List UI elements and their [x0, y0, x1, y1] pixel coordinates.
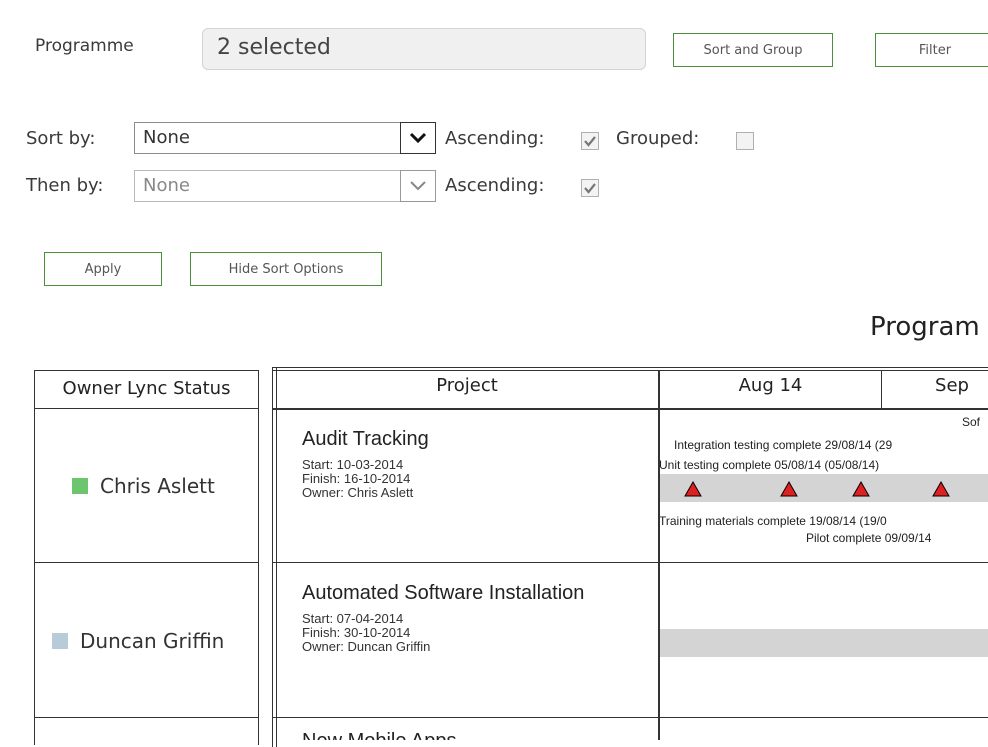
- apply-button[interactable]: Apply: [44, 252, 162, 286]
- grouped-checkbox[interactable]: [736, 132, 754, 150]
- milestone-label: Integration testing complete 29/08/14 (2…: [674, 438, 893, 452]
- header-aug-14: Aug 14: [738, 375, 803, 396]
- header-owner-lync-status: Owner Lync Status: [62, 378, 231, 399]
- hide-sort-options-button[interactable]: Hide Sort Options: [190, 252, 382, 286]
- table-row-project: Automated Software Installation Start: 0…: [302, 582, 584, 654]
- sort-by-select[interactable]: None: [134, 122, 436, 154]
- lync-status-offline-icon: [52, 633, 68, 649]
- ascending-then-label: Ascending:: [445, 175, 545, 196]
- sort-by-dropdown-button[interactable]: [400, 122, 436, 154]
- milestone-label: Pilot complete 09/09/14: [806, 531, 932, 545]
- then-by-dropdown-button[interactable]: [400, 170, 436, 202]
- filter-button[interactable]: Filter: [875, 33, 988, 67]
- project-owner: Owner: Duncan Griffin: [302, 639, 431, 654]
- ascending-label: Ascending:: [445, 128, 545, 149]
- table-row-owner: Chris Aslett: [72, 474, 215, 498]
- milestone-triangle-icon[interactable]: [852, 481, 870, 497]
- milestone-triangle-icon[interactable]: [684, 481, 702, 497]
- table-row-project: Audit Tracking Start: 10-03-2014 Finish:…: [302, 428, 429, 500]
- programme-label: Programme: [35, 36, 134, 56]
- sort-by-value: None: [143, 127, 190, 148]
- milestone-triangle-icon[interactable]: [780, 481, 798, 497]
- gantt-bar[interactable]: [660, 629, 988, 657]
- chevron-down-icon: [410, 181, 426, 191]
- owner-name: Duncan Griffin: [80, 629, 225, 653]
- checkmark-icon: [584, 183, 596, 194]
- sort-by-label: Sort by:: [26, 128, 96, 149]
- milestone-triangle-icon[interactable]: [932, 481, 950, 497]
- project-name[interactable]: Automated Software Installation: [302, 582, 584, 605]
- milestone-label: Sof: [962, 415, 981, 429]
- ascending-then-checkbox[interactable]: [581, 179, 599, 197]
- checkmark-icon: [584, 136, 596, 147]
- project-owner: Owner: Chris Aslett: [302, 485, 414, 500]
- grouped-label: Grouped:: [616, 128, 700, 149]
- milestone-label: Training materials complete 19/08/14 (19…: [660, 514, 887, 528]
- table-row-owner: Duncan Griffin: [52, 629, 224, 653]
- project-start: Start: 10-03-2014: [302, 457, 404, 472]
- milestone-label: Unit testing complete 05/08/14 (05/08/14…: [660, 458, 880, 472]
- project-start: Start: 07-04-2014: [302, 611, 404, 626]
- header-sep: Sep: [935, 375, 969, 396]
- project-name[interactable]: Audit Tracking: [302, 428, 429, 451]
- owner-column: [34, 370, 259, 745]
- header-project: Project: [436, 375, 498, 396]
- table-row-project: New Mobile Apps: [302, 730, 457, 740]
- ascending-checkbox[interactable]: [581, 132, 599, 150]
- programme-multiselect[interactable]: 2 selected: [202, 28, 646, 70]
- gantt-timeline-row: Sof Integration testing complete 29/08/1…: [660, 410, 988, 562]
- project-finish: Finish: 30-10-2014: [302, 625, 411, 640]
- then-by-label: Then by:: [26, 175, 104, 196]
- then-by-value: None: [143, 175, 190, 196]
- report-title: Program: [870, 312, 980, 342]
- then-by-select[interactable]: None: [134, 170, 436, 202]
- sort-and-group-button[interactable]: Sort and Group: [673, 33, 833, 67]
- project-name[interactable]: New Mobile Apps: [302, 730, 457, 740]
- lync-status-available-icon: [72, 478, 88, 494]
- chevron-down-icon: [409, 132, 427, 144]
- owner-name: Chris Aslett: [100, 474, 215, 498]
- project-finish: Finish: 16-10-2014: [302, 471, 411, 486]
